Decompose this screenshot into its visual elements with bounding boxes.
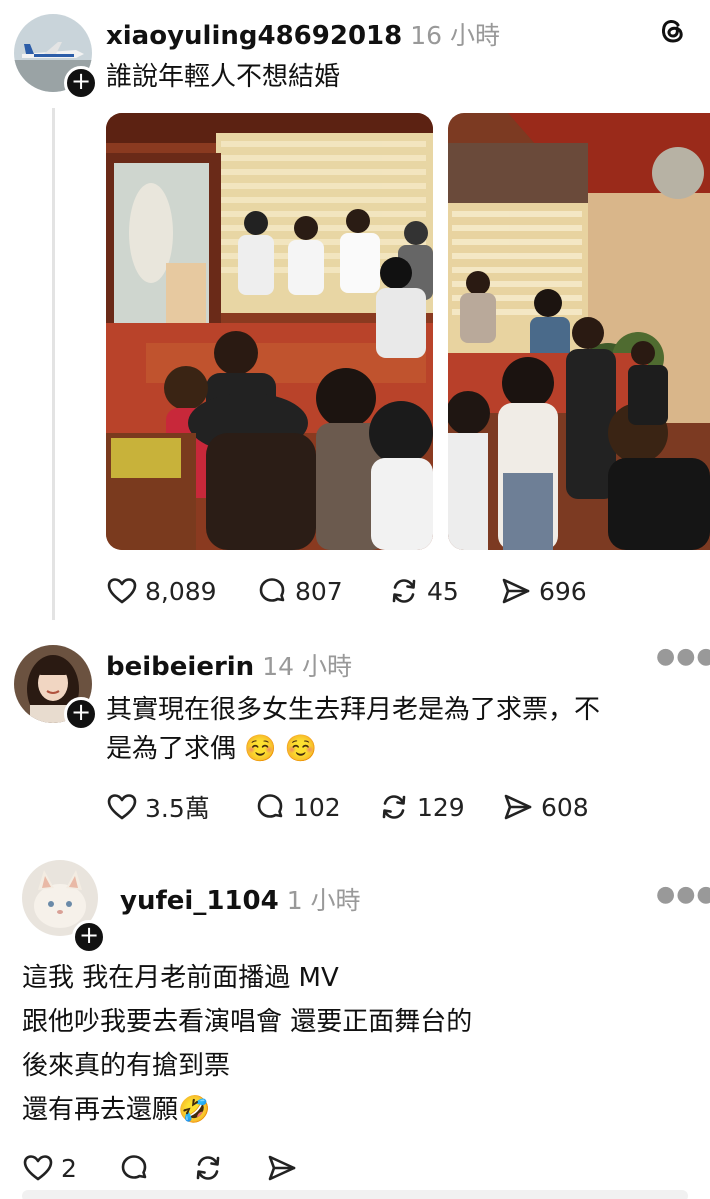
share-button[interactable] bbox=[266, 1152, 298, 1184]
share-button[interactable]: 608 bbox=[502, 791, 589, 823]
send-icon bbox=[268, 1155, 296, 1181]
share-count: 696 bbox=[539, 576, 587, 606]
reply-username[interactable]: yufei_1104 1 小時 bbox=[120, 881, 361, 917]
reply-actions: 2 bbox=[22, 1152, 298, 1184]
threads-logo-icon[interactable] bbox=[656, 14, 688, 46]
reply-time: 14 小時 bbox=[262, 652, 352, 681]
repost-count: 129 bbox=[417, 792, 465, 822]
heart-icon bbox=[107, 794, 137, 820]
reply-1: + beibeierin 14 小時 ●●● 其實現在很多女生去拜月老是為了求票，… bbox=[0, 630, 710, 850]
thread-line bbox=[52, 108, 55, 620]
share-button[interactable]: 696 bbox=[500, 575, 587, 607]
username-text[interactable]: yufei_1104 bbox=[120, 886, 279, 916]
reply-actions: 3.5萬 102 129 608 bbox=[106, 789, 589, 825]
temple-photo-1 bbox=[106, 113, 433, 550]
like-count: 8,089 bbox=[145, 576, 217, 606]
like-button[interactable]: 8,089 bbox=[106, 575, 256, 607]
follow-plus-button[interactable]: + bbox=[64, 697, 98, 731]
username-text[interactable]: xiaoyuling48692018 bbox=[106, 21, 402, 51]
repost-button[interactable] bbox=[192, 1152, 266, 1184]
post-time: 16 小時 bbox=[410, 21, 500, 50]
comment-icon bbox=[257, 794, 283, 818]
bottom-edge-bar bbox=[22, 1190, 688, 1199]
username-text[interactable]: beibeierin bbox=[106, 652, 254, 682]
main-post: + xiaoyuling48692018 16 小時 誰說年輕人不想結婚 8,0… bbox=[0, 0, 710, 630]
reply-2: + yufei_1104 1 小時 ●●● 這我 我在月老前面播過 MV 跟他吵我… bbox=[0, 850, 710, 1199]
author-avatar-wrap[interactable]: + bbox=[14, 14, 98, 100]
post-photo-1[interactable] bbox=[106, 113, 433, 550]
post-text: 誰說年輕人不想結婚 bbox=[106, 62, 341, 92]
like-button[interactable]: 2 bbox=[22, 1152, 118, 1184]
comment-icon bbox=[121, 1155, 147, 1179]
like-count: 2 bbox=[61, 1153, 77, 1183]
comment-icon bbox=[259, 578, 285, 602]
more-options-button[interactable]: ●●● bbox=[656, 644, 710, 669]
send-icon bbox=[504, 794, 532, 820]
comment-button[interactable]: 102 bbox=[254, 791, 378, 823]
comment-count: 807 bbox=[295, 576, 343, 606]
threads-logo-icon-svg bbox=[662, 20, 683, 43]
reply-time: 1 小時 bbox=[286, 886, 361, 915]
heart-icon bbox=[23, 1155, 53, 1181]
post-username[interactable]: xiaoyuling48692018 16 小時 bbox=[106, 16, 500, 52]
comment-button[interactable]: 807 bbox=[256, 575, 388, 607]
repost-icon bbox=[392, 579, 416, 603]
repost-button[interactable]: 129 bbox=[378, 791, 502, 823]
comment-count: 102 bbox=[293, 792, 341, 822]
send-icon bbox=[502, 578, 530, 604]
repost-count: 45 bbox=[427, 576, 459, 606]
reply-avatar-wrap[interactable]: + bbox=[22, 860, 106, 954]
comment-button[interactable] bbox=[118, 1152, 192, 1184]
like-button[interactable]: 3.5萬 bbox=[106, 789, 254, 825]
reply-avatar-wrap[interactable]: + bbox=[14, 645, 98, 731]
temple-photo-2 bbox=[448, 113, 710, 550]
repost-icon bbox=[196, 1156, 220, 1180]
share-count: 608 bbox=[541, 792, 589, 822]
repost-icon bbox=[382, 795, 406, 819]
more-options-button[interactable]: ●●● bbox=[656, 882, 710, 907]
follow-plus-button[interactable]: + bbox=[72, 920, 106, 954]
reply-text: 這我 我在月老前面播過 MV 跟他吵我要去看演唱會 還要正面舞台的 後來真的有搶… bbox=[22, 963, 473, 1125]
like-count: 3.5萬 bbox=[145, 794, 210, 823]
repost-button[interactable]: 45 bbox=[388, 575, 500, 607]
reply-text: 其實現在很多女生去拜月老是為了求票，不 是為了求偶 ☺️ ☺️ bbox=[106, 695, 601, 764]
post-photo-2[interactable] bbox=[448, 113, 710, 550]
follow-plus-button[interactable]: + bbox=[64, 66, 98, 100]
heart-icon bbox=[107, 578, 137, 604]
reply-username[interactable]: beibeierin 14 小時 bbox=[106, 647, 352, 683]
post-actions: 8,089 807 45 696 bbox=[106, 575, 587, 607]
